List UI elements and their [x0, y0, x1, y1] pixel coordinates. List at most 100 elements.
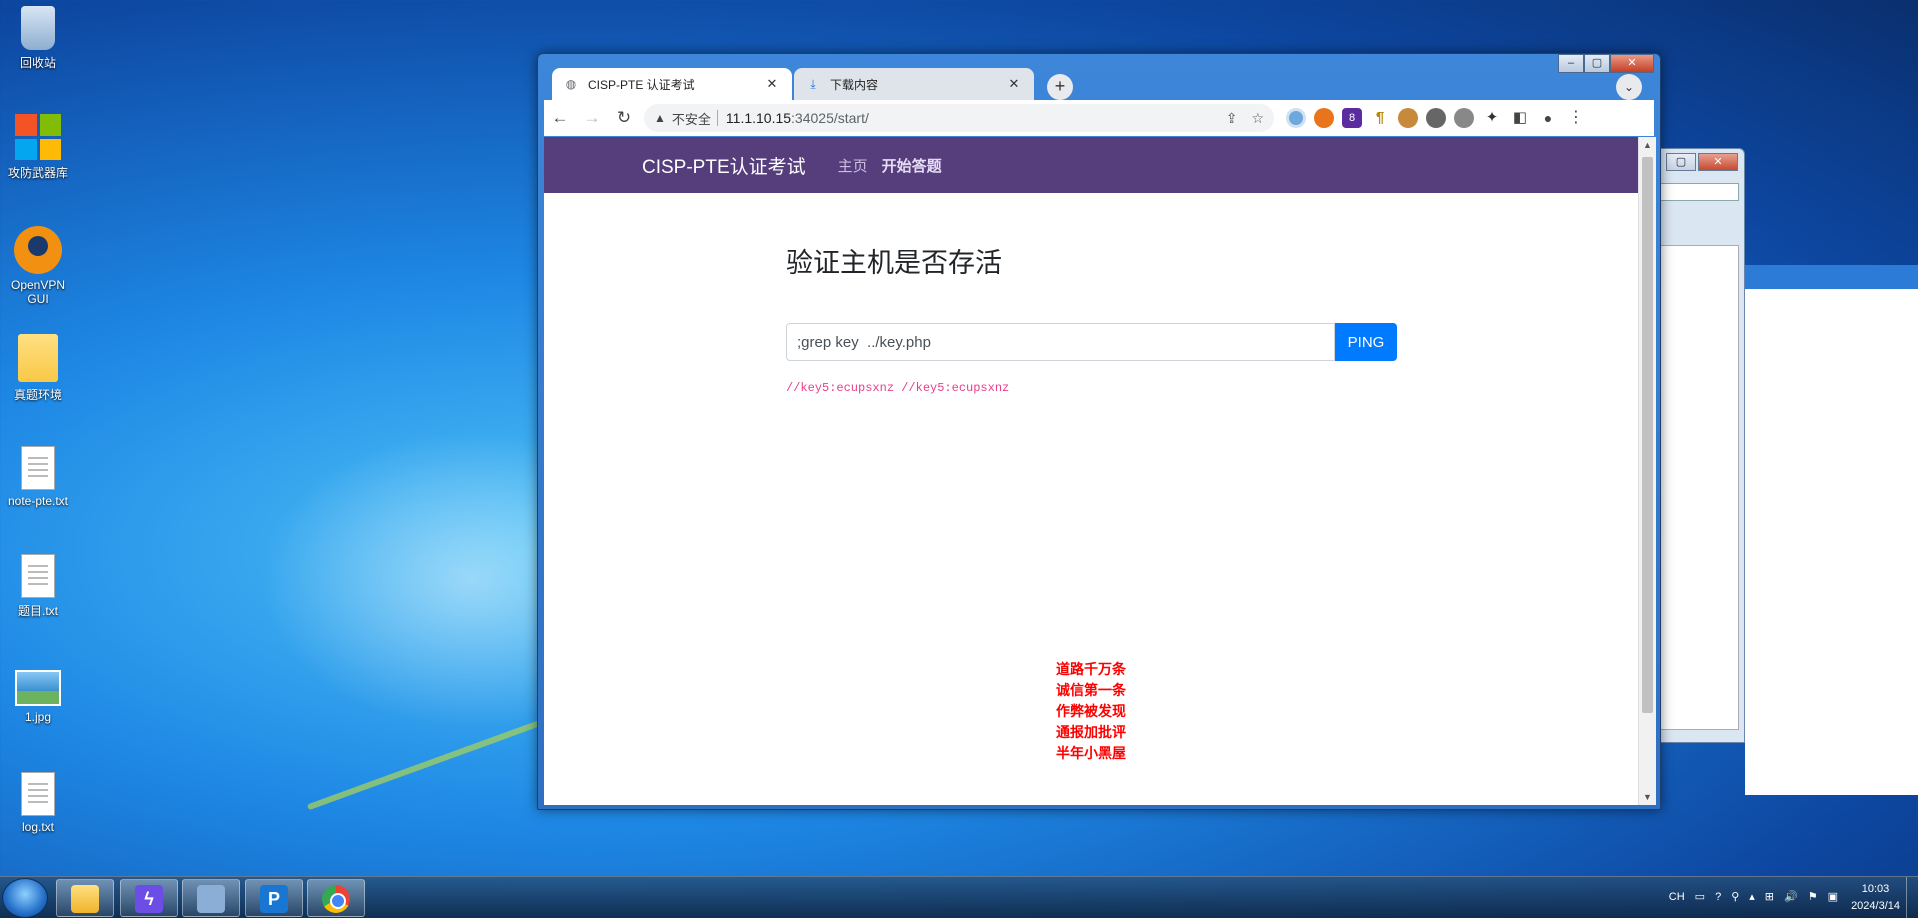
desktop-icon-label: 真题环境: [13, 388, 62, 402]
folder-icon: [18, 334, 58, 382]
download-icon: ⤓: [810, 77, 816, 91]
desktop-icon-label: log.txt: [21, 820, 54, 834]
tab-downloads[interactable]: ⤓ 下载内容 ✕: [794, 68, 1034, 100]
help-icon[interactable]: ?: [1715, 889, 1721, 905]
ping-button[interactable]: PING: [1335, 323, 1397, 361]
address-bar[interactable]: ▲ 不安全 11.1.10.15:34025/start/ ⇪ ☆: [644, 104, 1274, 132]
ping-form: PING: [786, 323, 1397, 361]
nav-link-home[interactable]: 主页: [838, 155, 868, 176]
bookmark-star-icon[interactable]: ☆: [1251, 110, 1264, 127]
wallpaper-plant: [306, 715, 554, 811]
taskbar-book-app[interactable]: [182, 879, 240, 917]
background-explorer-window[interactable]: ▢ ✕: [1650, 148, 1745, 743]
paragraph-icon[interactable]: ¶: [1370, 108, 1390, 128]
globe-icon: ◍: [565, 77, 577, 91]
url-path: :34025/start/: [791, 110, 869, 126]
start-button[interactable]: [2, 878, 48, 918]
desktop-icon-label: 回收站: [19, 56, 56, 70]
desktop-icon-note-pte[interactable]: note-pte.txt: [0, 446, 76, 508]
nav-link-start-exam[interactable]: 开始答题: [882, 155, 942, 176]
desktop-icon-exam-env[interactable]: 真题环境: [0, 334, 76, 403]
bolt-app-icon: ϟ: [135, 885, 163, 913]
desktop-icon-recycle-bin[interactable]: 回收站: [0, 6, 76, 71]
back-button[interactable]: ←: [544, 102, 576, 134]
motto-line: 通报加批评: [1056, 725, 1126, 741]
action-center-flag-icon[interactable]: ⚑: [1808, 889, 1818, 905]
cookie-icon[interactable]: [1398, 108, 1418, 128]
text-file-icon: [21, 554, 55, 598]
book-app-icon: [197, 885, 225, 913]
share-icon[interactable]: ⇪: [1226, 110, 1238, 127]
background-search-box[interactable]: [1659, 183, 1739, 201]
volume-icon[interactable]: 🔊: [1784, 889, 1798, 905]
tab-strip: ◍ CISP-PTE 认证考试 ✕ ⤓ 下载内容 ✕ + ⌄: [544, 64, 1654, 100]
forward-button[interactable]: →: [576, 102, 608, 134]
extension-circle-icon[interactable]: [1286, 108, 1306, 128]
tab-title: CISP-PTE 认证考试: [588, 77, 695, 92]
tab-search-button[interactable]: ⌄: [1616, 74, 1642, 100]
omnibox-separator: [716, 110, 718, 126]
tab-close-icon[interactable]: ✕: [764, 76, 780, 92]
motto-block: 道路千万条 诚信第一条 作弊被发现 通报加批评 半年小黑屋: [544, 660, 1638, 765]
desktop-icon-questions[interactable]: 题目.txt: [0, 554, 76, 619]
warning-icon[interactable]: ▲: [654, 111, 666, 125]
menu-icon[interactable]: ⋮: [1566, 108, 1586, 128]
tab-title: 下载内容: [830, 77, 879, 92]
tray-app-icon[interactable]: ⚲: [1731, 889, 1739, 905]
taskbar-chrome[interactable]: [307, 879, 365, 917]
openvpn-icon: [14, 226, 62, 274]
desktop-icon-openvpn[interactable]: OpenVPN GUI: [0, 226, 76, 306]
show-desktop-button[interactable]: [1906, 877, 1918, 918]
extension-orange-icon[interactable]: [1314, 108, 1334, 128]
app-tiles-icon: [15, 114, 61, 160]
background-window-right[interactable]: [1745, 265, 1918, 795]
browser-toolbar: ← → ↻ ▲ 不安全 11.1.10.15:34025/start/ ⇪ ☆ …: [544, 100, 1654, 136]
desktop-icon-log[interactable]: log.txt: [0, 772, 76, 834]
extension-hat-icon[interactable]: [1454, 108, 1474, 128]
display-icon[interactable]: ▣: [1828, 889, 1838, 905]
clock-date: 2024/3/14: [1851, 900, 1900, 912]
tab-cisp-pte[interactable]: ◍ CISP-PTE 认证考试 ✕: [552, 68, 792, 100]
security-label[interactable]: 不安全: [672, 109, 711, 128]
motto-line: 诚信第一条: [1056, 683, 1126, 699]
vertical-scrollbar[interactable]: ▲ ▼: [1638, 137, 1656, 805]
extension-badge-icon[interactable]: 8: [1342, 108, 1362, 128]
recycle-bin-icon: [21, 6, 55, 50]
host-input[interactable]: [786, 323, 1335, 361]
desktop-icon-image[interactable]: 1.jpg: [0, 664, 76, 724]
chrome-window: – ▢ ✕ ◍ CISP-PTE 认证考试 ✕ ⤓ 下载内容 ✕ + ⌄ ← →…: [537, 53, 1661, 810]
taskbar-bolt-app[interactable]: ϟ: [120, 879, 178, 917]
image-file-icon: [15, 670, 61, 706]
desktop-icon-label: OpenVPN GUI: [10, 278, 66, 306]
desktop-icon-weapon-library[interactable]: 攻防武器库: [0, 114, 76, 181]
new-tab-button[interactable]: +: [1047, 74, 1073, 100]
scroll-thumb[interactable]: [1642, 157, 1653, 713]
taskbar-explorer[interactable]: [56, 879, 114, 917]
close-icon[interactable]: ✕: [1698, 153, 1738, 171]
puzzle-icon[interactable]: ✦: [1482, 108, 1502, 128]
text-file-icon: [21, 772, 55, 816]
system-clock[interactable]: 10:03 2024/3/14: [1851, 881, 1900, 915]
page-title: 验证主机是否存活: [786, 248, 1002, 278]
tab-close-icon[interactable]: ✕: [1006, 76, 1022, 92]
motto-line: 作弊被发现: [1056, 704, 1126, 720]
clock-time: 10:03: [1861, 883, 1890, 895]
desktop-icon-label: 1.jpg: [24, 710, 52, 724]
maximize-icon[interactable]: ▢: [1666, 153, 1696, 171]
extension-gear-icon[interactable]: [1426, 108, 1446, 128]
text-file-icon: [21, 446, 55, 490]
taskbar-ps-app[interactable]: P: [245, 879, 303, 917]
site-brand[interactable]: CISP-PTE认证考试: [642, 152, 806, 179]
extensions-area: 8 ¶ ✦ ◧ ● ⋮: [1286, 108, 1586, 128]
scroll-down-arrow-icon[interactable]: ▼: [1639, 789, 1656, 805]
scroll-up-arrow-icon[interactable]: ▲: [1639, 137, 1656, 153]
network-icon[interactable]: ⊞: [1765, 889, 1774, 905]
tray-expand-icon[interactable]: ▴: [1749, 889, 1755, 905]
keyboard-icon[interactable]: ▭: [1695, 889, 1705, 905]
side-panel-icon[interactable]: ◧: [1510, 108, 1530, 128]
explorer-icon: [71, 885, 99, 913]
input-method-indicator[interactable]: CH: [1669, 889, 1685, 905]
profile-icon[interactable]: ●: [1538, 108, 1558, 128]
reload-button[interactable]: ↻: [608, 102, 640, 134]
system-tray: CH ▭ ? ⚲ ▴ ⊞ 🔊 ⚑ ▣: [1669, 889, 1838, 905]
